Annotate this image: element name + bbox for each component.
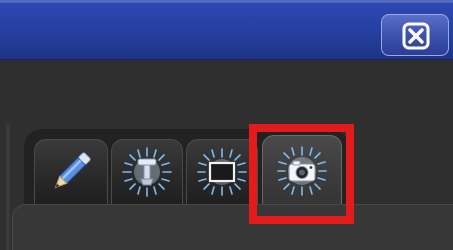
camera-icon [277, 145, 327, 196]
stamp-tool-icon [122, 147, 172, 197]
title-bar-shine [0, 0, 453, 3]
tab-pen[interactable] [34, 139, 108, 204]
close-icon [402, 22, 430, 50]
frame-icon [197, 148, 247, 196]
app-window [0, 0, 453, 250]
tab-tool[interactable] [111, 139, 183, 204]
tab-camera[interactable] [262, 135, 342, 205]
tab-frame[interactable] [186, 139, 258, 204]
pencil-icon [54, 152, 91, 189]
panel-left-edge [6, 124, 10, 250]
content-panel [12, 204, 453, 250]
close-button[interactable] [381, 14, 449, 56]
title-bar [0, 0, 453, 60]
